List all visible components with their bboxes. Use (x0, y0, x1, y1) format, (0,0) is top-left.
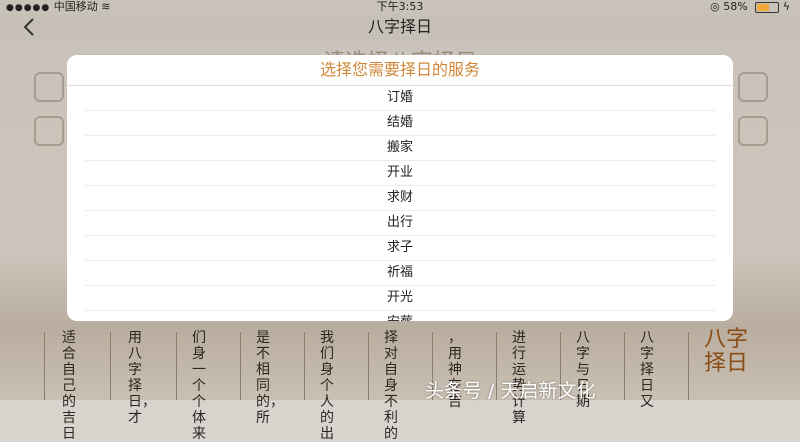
vertical-text-column: 适合自己的吉日 (62, 330, 76, 442)
vertical-text-column: 用八字择日，才 (128, 330, 156, 426)
option-consecration[interactable]: 开光 (85, 286, 715, 311)
vertical-text-column: 们身一个个体来 (192, 330, 206, 442)
status-bar: ●●●●● 中国移动 ≋ 下午3:53 ◎ 58% ϟ (0, 0, 800, 14)
battery-icon (755, 1, 780, 13)
option-seeking-child[interactable]: 求子 (85, 236, 715, 261)
page-title: 八字择日 (367, 17, 432, 36)
column-divider (624, 332, 625, 400)
decor-frame-left-bottom (34, 116, 64, 146)
background-badge: 八字择日 (703, 327, 748, 376)
option-engagement[interactable]: 订婚 (85, 86, 715, 111)
background-vertical-text: 适合自己的吉日 用八字择日，才 们身一个个体来 是不相同的，所 我们身个人的出 … (30, 330, 710, 442)
vertical-text-column: 是不相同的，所 (256, 330, 284, 426)
column-divider (304, 332, 305, 400)
decor-frame-right-bottom (738, 116, 768, 146)
vertical-text-column: 我们身个人的出 (320, 330, 334, 442)
charging-icon: ϟ (782, 0, 790, 13)
option-burial[interactable]: 安葬 (85, 311, 715, 321)
vertical-text-column: 八字择日又 (640, 330, 654, 410)
column-divider (110, 332, 111, 400)
lock-rotation-icon: ◎ (710, 0, 720, 13)
option-moving[interactable]: 搬家 (85, 136, 715, 161)
column-divider (44, 332, 45, 400)
dialog-title: 选择您需要择日的服务 (67, 55, 733, 86)
option-seeking-wealth[interactable]: 求财 (85, 186, 715, 211)
column-divider (176, 332, 177, 400)
column-divider (688, 332, 689, 400)
option-travel[interactable]: 出行 (85, 211, 715, 236)
decor-frame-right-top (738, 72, 768, 102)
option-wedding[interactable]: 结婚 (85, 111, 715, 136)
vertical-text-column: 择对自身不利的 (384, 330, 398, 442)
column-divider (368, 332, 369, 400)
battery-percent: 58% (723, 0, 748, 13)
option-business-opening[interactable]: 开业 (85, 161, 715, 186)
status-right: ◎ 58% ϟ (710, 0, 790, 14)
status-time: 下午3:53 (376, 0, 424, 13)
decor-frame-left-top (34, 72, 64, 102)
service-picker-dialog: 选择您需要择日的服务 订婚 结婚 搬家 开业 求财 出行 求子 祈福 开光 安葬 (67, 55, 733, 321)
option-blessing[interactable]: 祈福 (85, 261, 715, 286)
watermark: 头条号 / 天启新文化 (425, 380, 596, 402)
service-options-list: 订婚 结婚 搬家 开业 求财 出行 求子 祈福 开光 安葬 (67, 86, 733, 321)
navigation-bar: 八字择日 (0, 14, 800, 40)
column-divider (240, 332, 241, 400)
